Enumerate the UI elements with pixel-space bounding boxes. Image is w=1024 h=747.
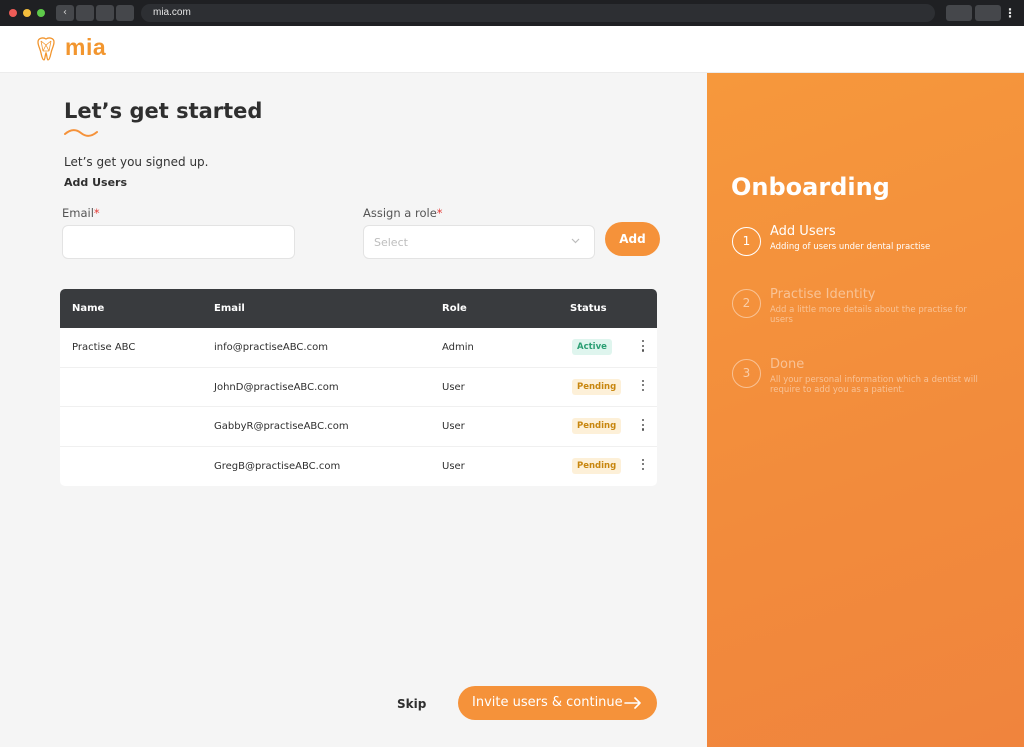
required-mark: * bbox=[93, 206, 100, 220]
row-menu-icon[interactable] bbox=[640, 419, 646, 435]
cell-email: GabbyR@practiseABC.com bbox=[214, 421, 349, 432]
chevron-down-icon bbox=[571, 238, 580, 244]
cell-email: info@practiseABC.com bbox=[214, 342, 328, 353]
status-badge: Pending bbox=[572, 418, 622, 434]
tooth-logo-icon bbox=[37, 37, 55, 61]
row-menu-icon[interactable] bbox=[640, 379, 646, 396]
section-label: Add Users bbox=[64, 176, 128, 189]
row-menu-icon[interactable] bbox=[640, 458, 646, 475]
role-select[interactable]: Select bbox=[363, 225, 595, 259]
step-number-2[interactable]: 2 bbox=[732, 289, 761, 318]
close-window-button[interactable] bbox=[9, 9, 17, 17]
step-desc-practise-identity: Add a little more details about the prac… bbox=[770, 305, 967, 325]
cell-role: Admin bbox=[442, 342, 474, 353]
cell-name: Practise ABC bbox=[72, 342, 136, 353]
users-table: Name Email Role Status Practise ABC info… bbox=[60, 289, 657, 486]
address-bar[interactable]: mia.com bbox=[141, 4, 935, 22]
step-title-add-users[interactable]: Add Users bbox=[770, 224, 836, 240]
cell-role: User bbox=[442, 381, 465, 393]
table-row[interactable]: JohnD@practiseABC.com User Pending bbox=[60, 368, 657, 407]
column-header-role[interactable]: Role bbox=[442, 302, 467, 315]
forward-button[interactable] bbox=[76, 5, 94, 21]
add-user-button[interactable]: Add bbox=[605, 222, 660, 256]
row-menu-icon[interactable] bbox=[640, 340, 646, 356]
status-badge: Pending bbox=[572, 457, 622, 474]
title-underline-decoration bbox=[64, 129, 98, 137]
onboarding-title: Onboarding bbox=[731, 173, 890, 201]
required-mark: * bbox=[436, 206, 443, 220]
invite-continue-button[interactable]: Invite users & continue bbox=[458, 686, 657, 720]
step-desc-done: All your personal information which a de… bbox=[770, 375, 978, 395]
back-icon[interactable]: ‹ bbox=[56, 5, 74, 21]
status-badge: Pending bbox=[572, 378, 622, 395]
page-title: Let’s get started bbox=[64, 99, 263, 123]
minimize-window-button[interactable] bbox=[23, 9, 31, 17]
browser-menu-icon[interactable]: ⋮ bbox=[1004, 4, 1016, 22]
maximize-window-button[interactable] bbox=[37, 9, 45, 17]
table-row[interactable]: Practise ABC info@practiseABC.com Admin … bbox=[60, 328, 657, 368]
continue-label: Invite users & continue bbox=[472, 695, 623, 710]
step-desc-add-users: Adding of users under dental practise bbox=[770, 242, 931, 252]
status-badge: Active bbox=[572, 339, 612, 355]
tab-button[interactable] bbox=[116, 5, 134, 21]
skip-button[interactable]: Skip bbox=[397, 697, 426, 711]
step-title-done[interactable]: Done bbox=[770, 357, 804, 373]
subtitle: Let’s get you signed up. bbox=[64, 155, 209, 169]
extension-button[interactable] bbox=[946, 5, 972, 21]
arrow-right-icon bbox=[624, 697, 641, 709]
reload-button[interactable] bbox=[96, 5, 114, 21]
step-number-3[interactable]: 3 bbox=[732, 359, 761, 388]
role-placeholder: Select bbox=[374, 236, 408, 249]
role-label: Assign a role* bbox=[363, 206, 443, 220]
app-header bbox=[0, 26, 1024, 73]
cell-email: GregB@practiseABC.com bbox=[214, 460, 341, 472]
email-label: Email* bbox=[62, 206, 100, 220]
extension-button[interactable] bbox=[975, 5, 1001, 21]
column-header-name[interactable]: Name bbox=[72, 302, 104, 315]
cell-email: JohnD@practiseABC.com bbox=[214, 381, 339, 393]
step-title-practise-identity[interactable]: Practise Identity bbox=[770, 287, 876, 303]
table-row[interactable]: GregB@practiseABC.com User Pending bbox=[60, 447, 657, 487]
browser-toolbar: ‹ mia.com ⋮ bbox=[0, 0, 1024, 26]
table-header: Name Email Role Status bbox=[60, 289, 657, 328]
step-number-1[interactable]: 1 bbox=[732, 227, 761, 256]
column-header-status[interactable]: Status bbox=[570, 302, 607, 315]
column-header-email[interactable]: Email bbox=[214, 302, 245, 315]
email-input[interactable] bbox=[62, 225, 295, 259]
brand-name[interactable]: mia bbox=[65, 32, 106, 62]
table-row[interactable]: GabbyR@practiseABC.com User Pending bbox=[60, 407, 657, 447]
cell-role: User bbox=[442, 460, 465, 472]
cell-role: User bbox=[442, 421, 465, 432]
